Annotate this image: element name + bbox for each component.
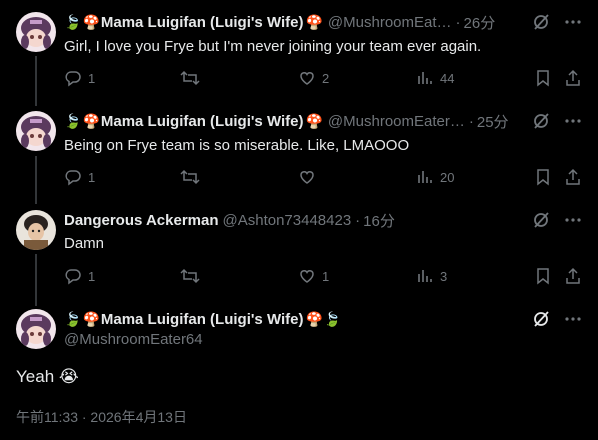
handle[interactable]: @Ashton73448423 bbox=[223, 212, 352, 229]
reply-button[interactable]: 1 bbox=[64, 167, 95, 187]
post-timestamp[interactable]: 午前11:33 · 2026年4月13日 bbox=[16, 407, 187, 427]
analytics-icon bbox=[418, 72, 432, 84]
reply-button[interactable]: 1 bbox=[64, 68, 95, 88]
heart-icon bbox=[300, 171, 314, 184]
mushroom-icon: 🍄 bbox=[82, 113, 100, 129]
grok-icon[interactable] bbox=[532, 112, 550, 130]
bookmark-icon bbox=[537, 169, 549, 186]
like-button[interactable]: 1 bbox=[298, 266, 329, 286]
display-name[interactable]: Dangerous Ackerman bbox=[64, 212, 219, 229]
reply-count: 1 bbox=[88, 169, 96, 185]
analytics-icon bbox=[418, 270, 432, 282]
share-button[interactable] bbox=[564, 68, 582, 88]
post-header: 🍃 🍄 Mama Luigifan (Luigi's Wife) 🍄 @Mush… bbox=[64, 111, 509, 131]
post-actions: 1 1 3 bbox=[64, 266, 582, 286]
more-icon[interactable] bbox=[564, 310, 582, 328]
avatar[interactable] bbox=[16, 111, 56, 151]
more-icon[interactable] bbox=[564, 13, 582, 31]
share-icon bbox=[566, 267, 580, 284]
views-button[interactable]: 20 bbox=[416, 167, 454, 187]
handle[interactable]: @MushroomEater… bbox=[328, 113, 465, 130]
post-text: Damn bbox=[64, 235, 105, 252]
thread-line bbox=[35, 254, 37, 306]
post-text: Girl, I love you Frye but I'm never join… bbox=[64, 38, 482, 55]
more-icon[interactable] bbox=[564, 112, 582, 130]
bookmark-icon bbox=[537, 268, 549, 285]
grok-icon[interactable] bbox=[532, 211, 550, 229]
bookmark-button[interactable] bbox=[534, 68, 552, 88]
reply-count: 1 bbox=[88, 70, 96, 86]
post-text: Being on Frye team is so miserable. Like… bbox=[64, 137, 410, 154]
mushroom-icon: 🍄 bbox=[305, 311, 323, 327]
post-actions: 1 20 bbox=[64, 167, 582, 187]
like-count: 1 bbox=[322, 268, 330, 284]
display-name[interactable]: Mama Luigifan (Luigi's Wife) bbox=[101, 14, 304, 31]
grok-icon[interactable] bbox=[532, 310, 550, 328]
post-actions: 1 2 44 bbox=[64, 68, 582, 88]
views-button[interactable]: 44 bbox=[416, 68, 454, 88]
share-icon bbox=[566, 69, 580, 86]
mushroom-icon: 🍄 bbox=[82, 14, 100, 30]
repost-icon bbox=[180, 169, 200, 185]
heart-icon bbox=[300, 72, 314, 85]
view-count: 20 bbox=[440, 169, 455, 185]
post-top-actions bbox=[532, 12, 582, 32]
mushroom-icon: 🍄 bbox=[82, 311, 100, 327]
view-count: 44 bbox=[440, 70, 455, 86]
avatar[interactable] bbox=[16, 210, 56, 250]
separator: · bbox=[355, 211, 361, 229]
post-header: Dangerous Ackerman @Ashton73448423 · 16分 bbox=[64, 210, 395, 230]
reply-icon bbox=[65, 170, 81, 186]
post-top-actions bbox=[532, 111, 582, 131]
leaf-icon: 🍃 bbox=[64, 311, 82, 327]
separator: · bbox=[455, 13, 461, 31]
thread-line bbox=[35, 156, 37, 204]
avatar[interactable] bbox=[16, 12, 56, 52]
bookmark-button[interactable] bbox=[534, 167, 552, 187]
view-count: 3 bbox=[440, 268, 448, 284]
analytics-icon bbox=[418, 171, 432, 183]
post-top-actions bbox=[532, 309, 582, 329]
post-top-actions bbox=[532, 210, 582, 230]
handle[interactable]: @MushroomEater64 bbox=[64, 331, 203, 348]
post-time[interactable]: 26分 bbox=[464, 12, 496, 33]
handle[interactable]: @MushroomEat… bbox=[328, 14, 452, 31]
post-time[interactable]: 16分 bbox=[363, 210, 395, 231]
mushroom-icon: 🍄 bbox=[305, 14, 323, 30]
share-button[interactable] bbox=[564, 266, 582, 286]
repost-button[interactable] bbox=[180, 68, 206, 88]
bookmark-button[interactable] bbox=[534, 266, 552, 286]
grok-icon[interactable] bbox=[532, 13, 550, 31]
heart-icon bbox=[300, 270, 314, 283]
more-icon[interactable] bbox=[564, 211, 582, 229]
like-count: 2 bbox=[322, 70, 330, 86]
leaf-icon: 🍃 bbox=[64, 113, 82, 129]
share-icon bbox=[566, 168, 580, 185]
repost-icon bbox=[180, 268, 200, 284]
post-time[interactable]: 25分 bbox=[477, 111, 509, 132]
reply-count: 1 bbox=[88, 268, 96, 284]
avatar[interactable] bbox=[16, 309, 56, 349]
post-text: Yeah 😭 bbox=[16, 367, 79, 386]
like-button[interactable]: 2 bbox=[298, 68, 329, 88]
like-button[interactable] bbox=[298, 167, 322, 187]
mushroom-icon: 🍄 bbox=[305, 113, 323, 129]
post-header: 🍃 🍄 Mama Luigifan (Luigi's Wife) 🍄 @Mush… bbox=[64, 12, 495, 32]
leaf-icon: 🍃 bbox=[64, 14, 82, 30]
separator: · bbox=[468, 112, 474, 130]
display-name[interactable]: Mama Luigifan (Luigi's Wife) bbox=[101, 113, 304, 130]
views-button[interactable]: 3 bbox=[416, 266, 447, 286]
reply-icon bbox=[65, 269, 81, 285]
leaf-icon: 🍃 bbox=[323, 311, 342, 327]
share-button[interactable] bbox=[564, 167, 582, 187]
reply-icon bbox=[65, 71, 81, 87]
repost-button[interactable] bbox=[180, 266, 206, 286]
repost-icon bbox=[180, 70, 200, 86]
repost-button[interactable] bbox=[180, 167, 206, 187]
display-name[interactable]: Mama Luigifan (Luigi's Wife) bbox=[101, 311, 304, 328]
post-header: 🍃 🍄 Mama Luigifan (Luigi's Wife) 🍄 🍃 bbox=[64, 309, 342, 329]
reply-button[interactable]: 1 bbox=[64, 266, 95, 286]
thread-line bbox=[35, 56, 37, 106]
bookmark-icon bbox=[537, 70, 549, 87]
